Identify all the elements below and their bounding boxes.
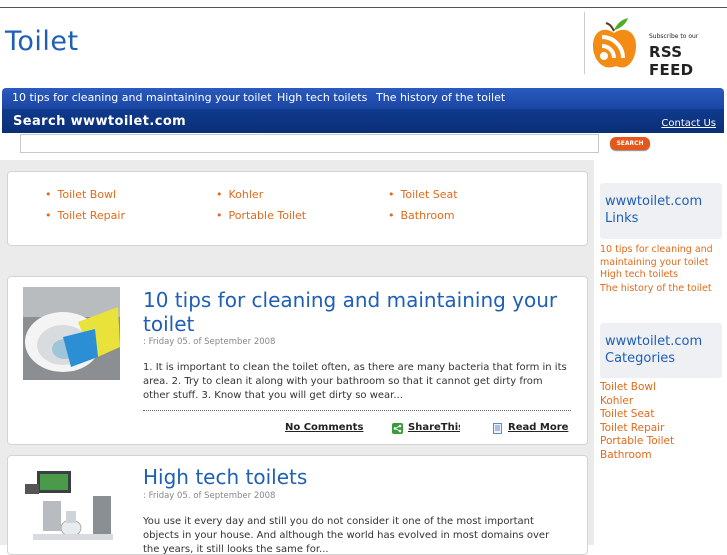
post-title-continued[interactable]: toilet [143,312,194,336]
category-link-toilet-bowl[interactable]: Toilet Bowl [45,188,117,201]
post-excerpt: You use it every day and still you do no… [143,516,550,555]
category-link-portable-toilet[interactable]: Portable Toilet [216,209,307,222]
post-thumbnail-cleaning[interactable] [23,287,120,380]
category-link-bathroom[interactable]: Bathroom [388,209,455,222]
search-button[interactable]: SEARCH [610,137,650,150]
top-navigation: 10 tips for cleaning and maintaining you… [2,88,724,109]
post-title[interactable]: 10 tips for cleaning and maintaining you… [143,288,557,312]
post-divider [143,410,571,411]
sidebar-category-toilet-repair[interactable]: Toilet Repair [600,422,664,434]
rss-feed-text: RSS FEED [649,43,694,79]
sidebar-link-cleaning-tips[interactable]: 10 tips for cleaning and maintaining you… [600,243,724,269]
sidebar-category-toilet-seat[interactable]: Toilet Seat [600,408,654,420]
rss-apple-icon [593,18,636,68]
sidebar-link-history[interactable]: The history of the toilet [600,282,724,295]
rss-feed-banner[interactable]: Subscribe to our RSS FEED [584,12,727,79]
search-input[interactable] [20,134,599,153]
post-card: 10 tips for cleaning and maintaining you… [7,276,588,445]
document-icon [493,423,502,434]
contact-us-link[interactable]: Contact Us [661,118,716,129]
sidebar-category-toilet-bowl[interactable]: Toilet Bowl [600,381,656,393]
sidebar-category-kohler[interactable]: Kohler [600,395,633,407]
site-title[interactable]: Toilet [5,26,79,57]
post-card: High tech toilets : Friday 05. of Septem… [7,455,588,555]
post-date: : Friday 05. of September 2008 [143,337,276,347]
comments-link[interactable]: No Comments [285,422,363,433]
category-link-toilet-repair[interactable]: Toilet Repair [45,209,126,222]
search-title: Search wwwtoilet.com [13,114,187,129]
sidebar-category-portable-toilet[interactable]: Portable Toilet [600,435,674,447]
sidebar-link-high-tech[interactable]: High tech toilets [600,268,724,281]
category-link-kohler[interactable]: Kohler [216,188,264,201]
sidebar-categories-heading: wwwtoilet.com Categories [600,323,722,378]
post-title[interactable]: High tech toilets [143,465,307,489]
nav-link-history[interactable]: The history of the toilet [376,91,505,104]
category-box: Toilet Bowl Kohler Toilet Seat Toilet Re… [7,171,588,246]
share-this-link[interactable]: ShareThis [408,422,460,433]
sidebar-category-bathroom[interactable]: Bathroom [600,449,652,461]
nav-link-cleaning-tips[interactable]: 10 tips for cleaning and maintaining you… [12,91,272,104]
post-excerpt: 1. It is important to clean the toilet o… [143,362,567,401]
read-more-link[interactable]: Read More [508,422,568,433]
rss-subscribe-text: Subscribe to our [649,33,699,40]
sidebar-links-heading: wwwtoilet.com Links [600,183,722,239]
post-thumbnail-high-tech[interactable] [23,466,120,546]
post-date: : Friday 05. of September 2008 [143,491,276,501]
top-divider [0,7,727,8]
share-icon [392,423,403,434]
nav-link-high-tech[interactable]: High tech toilets [277,91,367,104]
search-bar: Search wwwtoilet.com Contact Us [2,109,724,133]
category-link-toilet-seat[interactable]: Toilet Seat [388,188,458,201]
